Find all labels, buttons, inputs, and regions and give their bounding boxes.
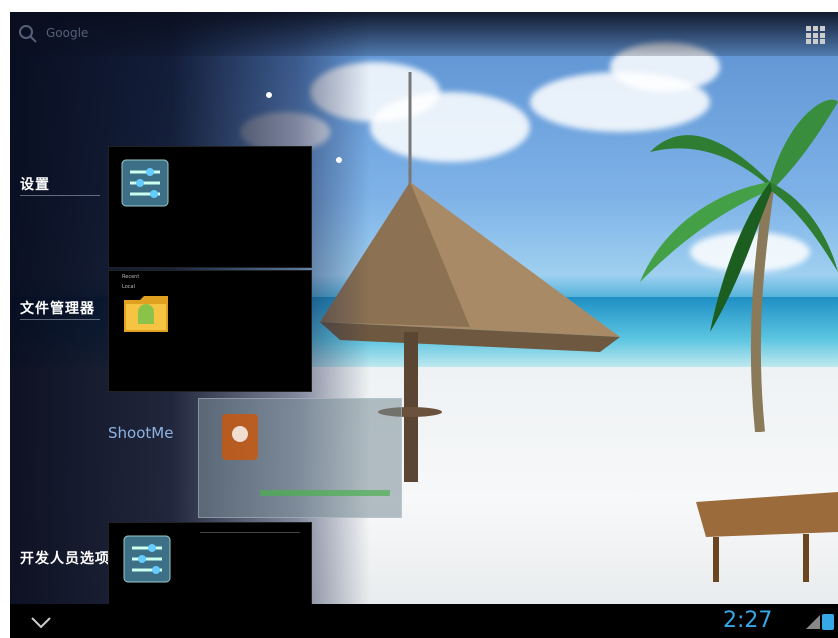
- beach-bench: [696, 492, 838, 582]
- status-clock: 2:27: [723, 608, 773, 633]
- tablet-screen: Google 设置 文件管理器 Recent Local ShootMe 开发人…: [10, 12, 838, 638]
- thumb-text: Recent: [122, 274, 140, 280]
- back-icon[interactable]: [30, 616, 52, 630]
- system-nav-bar: [10, 604, 838, 638]
- label-divider: [20, 195, 100, 196]
- label-divider: [20, 319, 100, 320]
- signal-icon: [806, 615, 820, 629]
- sparkle-dot: [266, 92, 272, 98]
- palm-tree: [640, 99, 838, 432]
- battery-icon: [822, 614, 834, 630]
- thumb-divider: [200, 532, 300, 533]
- sparkle-dot: [336, 157, 342, 163]
- recent-app-label: ShootMe: [108, 424, 174, 442]
- settings-icon: [123, 535, 171, 583]
- settings-icon: [121, 159, 169, 207]
- all-apps-icon[interactable]: [806, 26, 826, 44]
- search-icon[interactable]: [18, 24, 40, 44]
- thumb-progress-bar: [260, 490, 390, 496]
- recent-app-label: 文件管理器: [20, 301, 95, 317]
- folder-icon: [124, 296, 168, 332]
- search-hint[interactable]: Google: [46, 26, 88, 40]
- recent-app-label: 开发人员选项: [20, 551, 110, 567]
- shootme-icon: [222, 414, 258, 460]
- top-bar: Google: [10, 12, 838, 56]
- recent-app-label: 设置: [20, 177, 50, 193]
- thumb-text: Local: [122, 284, 135, 290]
